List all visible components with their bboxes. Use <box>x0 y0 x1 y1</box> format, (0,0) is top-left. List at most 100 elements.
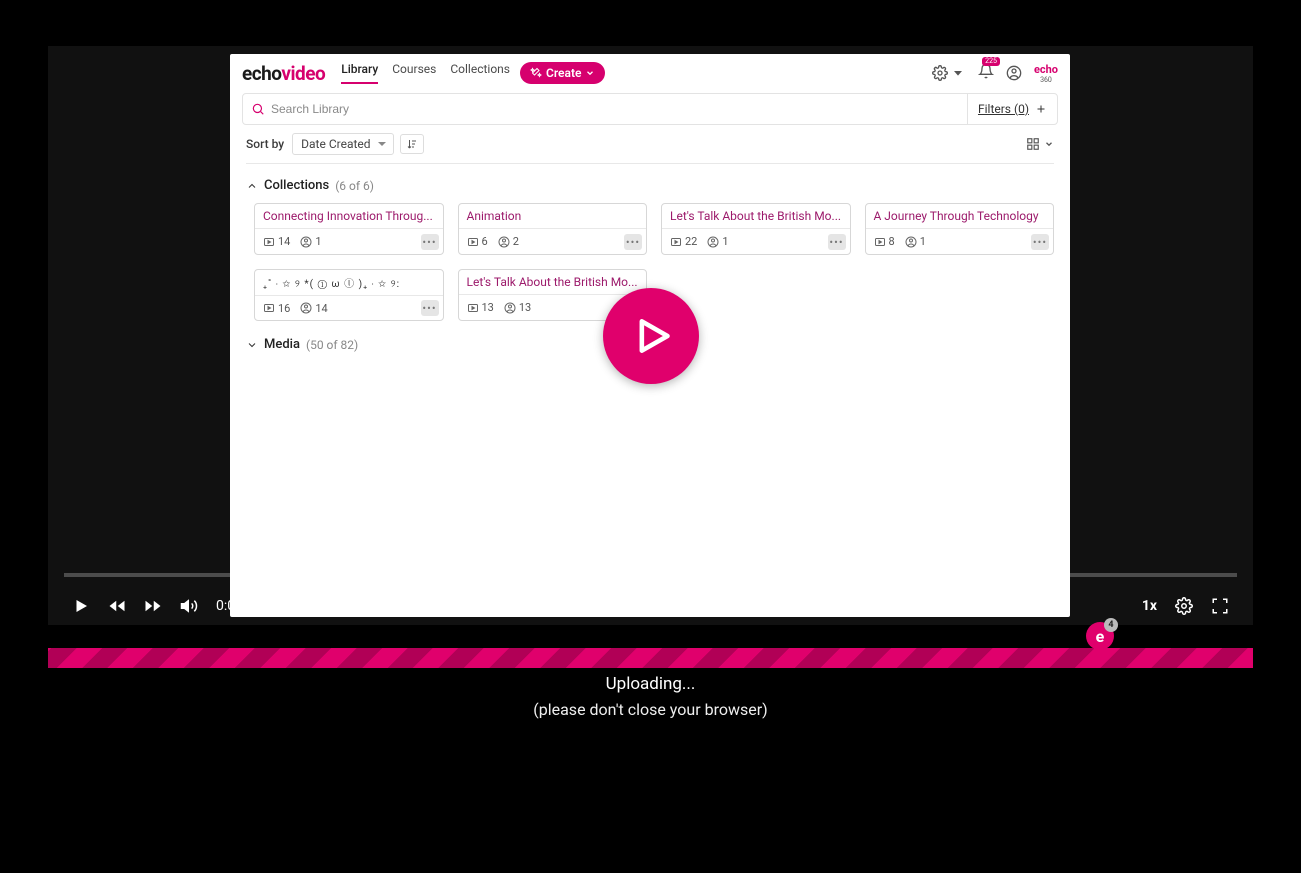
collection-title: Animation <box>459 204 647 228</box>
upload-line1: Uploading... <box>48 674 1253 694</box>
plus-icon <box>1035 103 1047 115</box>
view-switch[interactable] <box>1026 137 1054 151</box>
collection-card[interactable]: Let's Talk About the British Mo...221••• <box>661 203 851 255</box>
filters-label: Filters (0) <box>978 102 1029 116</box>
collection-title: ₊˚ ‧ ✩ ୨ *( ⓛ ω ⓛ )₊ ‧ ✩ ୨: <box>255 270 443 295</box>
upload-progress-bar <box>48 648 1253 668</box>
sort-direction-button[interactable] <box>400 134 424 154</box>
collection-stats: 62 <box>459 228 647 254</box>
echo-badge-count: 4 <box>1104 618 1118 632</box>
collection-stats: 14 1 <box>255 228 443 254</box>
echo-badge[interactable]: e 4 <box>1086 622 1114 650</box>
media-title: Media <box>264 337 300 352</box>
notification-badge: 225 <box>982 57 1000 66</box>
rewind-button[interactable] <box>108 597 126 615</box>
collection-title: A Journey Through Technology <box>866 204 1054 228</box>
play-button[interactable] <box>72 597 90 615</box>
chevron-down-icon <box>585 68 595 78</box>
collection-stats: 1614 <box>255 295 443 320</box>
sort-select[interactable]: Date Created <box>292 133 393 155</box>
big-play-button[interactable] <box>603 288 699 384</box>
time-display: 0:00/27:15 <box>216 598 284 614</box>
divider <box>246 163 1054 164</box>
collection-title: Connecting Innovation Throug... <box>255 204 443 228</box>
header-right: 225 echo 360 <box>932 63 1058 84</box>
tab-courses[interactable]: Courses <box>392 62 436 84</box>
collection-menu-button[interactable]: ••• <box>421 300 439 316</box>
item-count: 6 <box>467 235 488 248</box>
collection-stats: 221 <box>662 228 850 254</box>
collection-menu-button[interactable]: ••• <box>421 234 439 250</box>
duration: 27:15 <box>249 598 284 614</box>
item-count: 16 <box>263 302 290 315</box>
collection-menu-button[interactable]: ••• <box>624 234 642 250</box>
chevron-up-icon <box>246 180 258 192</box>
media-icon <box>263 302 275 314</box>
user-icon <box>707 236 719 248</box>
fullscreen-button[interactable] <box>1211 597 1229 615</box>
playback-speed-button[interactable]: 1x <box>1142 598 1157 614</box>
user-count: 14 <box>300 302 327 315</box>
logo-part-echo: echo <box>242 62 281 85</box>
collection-card[interactable]: Animation62••• <box>458 203 648 255</box>
item-count: 8 <box>874 235 895 248</box>
item-count: 14 <box>263 235 290 248</box>
user-count: 13 <box>504 301 531 314</box>
search-icon <box>251 102 265 116</box>
collection-stats: 81 <box>866 228 1054 254</box>
item-count: 13 <box>467 301 494 314</box>
collection-menu-button[interactable]: ••• <box>1031 234 1049 250</box>
tab-library[interactable]: Library <box>341 62 378 84</box>
video-player-container: echovideo Library Courses Collections Cr… <box>48 46 1253 625</box>
user-count: 1 <box>300 235 321 248</box>
filters-button[interactable]: Filters (0) <box>967 94 1057 124</box>
user-count: 1 <box>707 235 728 248</box>
media-icon <box>467 302 479 314</box>
collection-title: Let's Talk About the British Mo... <box>459 270 647 294</box>
upload-line2: (please don't close your browser) <box>48 700 1253 719</box>
collection-card[interactable]: Connecting Innovation Throug... 14 1 ••• <box>254 203 444 255</box>
collections-count: (6 of 6) <box>335 179 374 193</box>
collection-menu-button[interactable]: ••• <box>828 234 846 250</box>
search-input[interactable] <box>271 102 959 116</box>
fast-forward-button[interactable] <box>144 597 162 615</box>
settings-dropdown[interactable] <box>932 65 966 81</box>
search-box[interactable] <box>243 102 967 116</box>
settings-button[interactable] <box>1175 597 1193 615</box>
logo-part-video: video <box>281 62 325 85</box>
media-icon <box>263 236 275 248</box>
create-button[interactable]: Create <box>520 62 605 84</box>
app-header: echovideo Library Courses Collections Cr… <box>230 54 1070 87</box>
user-count: 1 <box>905 235 926 248</box>
chevron-down-icon <box>1044 139 1054 149</box>
media-icon <box>670 236 682 248</box>
progress-bar[interactable] <box>64 573 1237 577</box>
collections-section-header[interactable]: Collections (6 of 6) <box>230 172 1070 199</box>
caret-down-icon <box>950 65 966 81</box>
user-icon <box>504 302 516 314</box>
user-icon[interactable] <box>1006 65 1022 81</box>
notifications-button[interactable]: 225 <box>978 63 994 83</box>
collection-title: Let's Talk About the British Mo... <box>662 204 850 228</box>
video-controls: 0:00/27:15 1x <box>48 586 1253 626</box>
search-filter-row: Filters (0) <box>242 93 1058 125</box>
create-label: Create <box>546 66 581 80</box>
upload-status-text: Uploading... (please don't close your br… <box>48 674 1253 719</box>
user-icon <box>905 236 917 248</box>
app-logo[interactable]: echovideo <box>242 62 325 85</box>
tab-collections[interactable]: Collections <box>450 62 510 84</box>
magic-wand-icon <box>530 67 542 79</box>
nav-tabs: Library Courses Collections <box>341 62 510 84</box>
play-triangle-icon <box>629 314 673 358</box>
current-time: 0:00 <box>216 598 243 614</box>
chevron-down-icon <box>246 339 258 351</box>
sort-value: Date Created <box>301 137 370 151</box>
collection-card[interactable]: A Journey Through Technology81••• <box>865 203 1055 255</box>
user-icon <box>300 236 312 248</box>
mini-logo[interactable]: echo 360 <box>1034 63 1058 84</box>
volume-button[interactable] <box>180 597 198 615</box>
media-icon <box>874 236 886 248</box>
sort-row: Sort by Date Created <box>230 125 1070 163</box>
collection-card[interactable]: ₊˚ ‧ ✩ ୨ *( ⓛ ω ⓛ )₊ ‧ ✩ ୨:1614••• <box>254 269 444 321</box>
sort-label: Sort by <box>246 137 284 151</box>
